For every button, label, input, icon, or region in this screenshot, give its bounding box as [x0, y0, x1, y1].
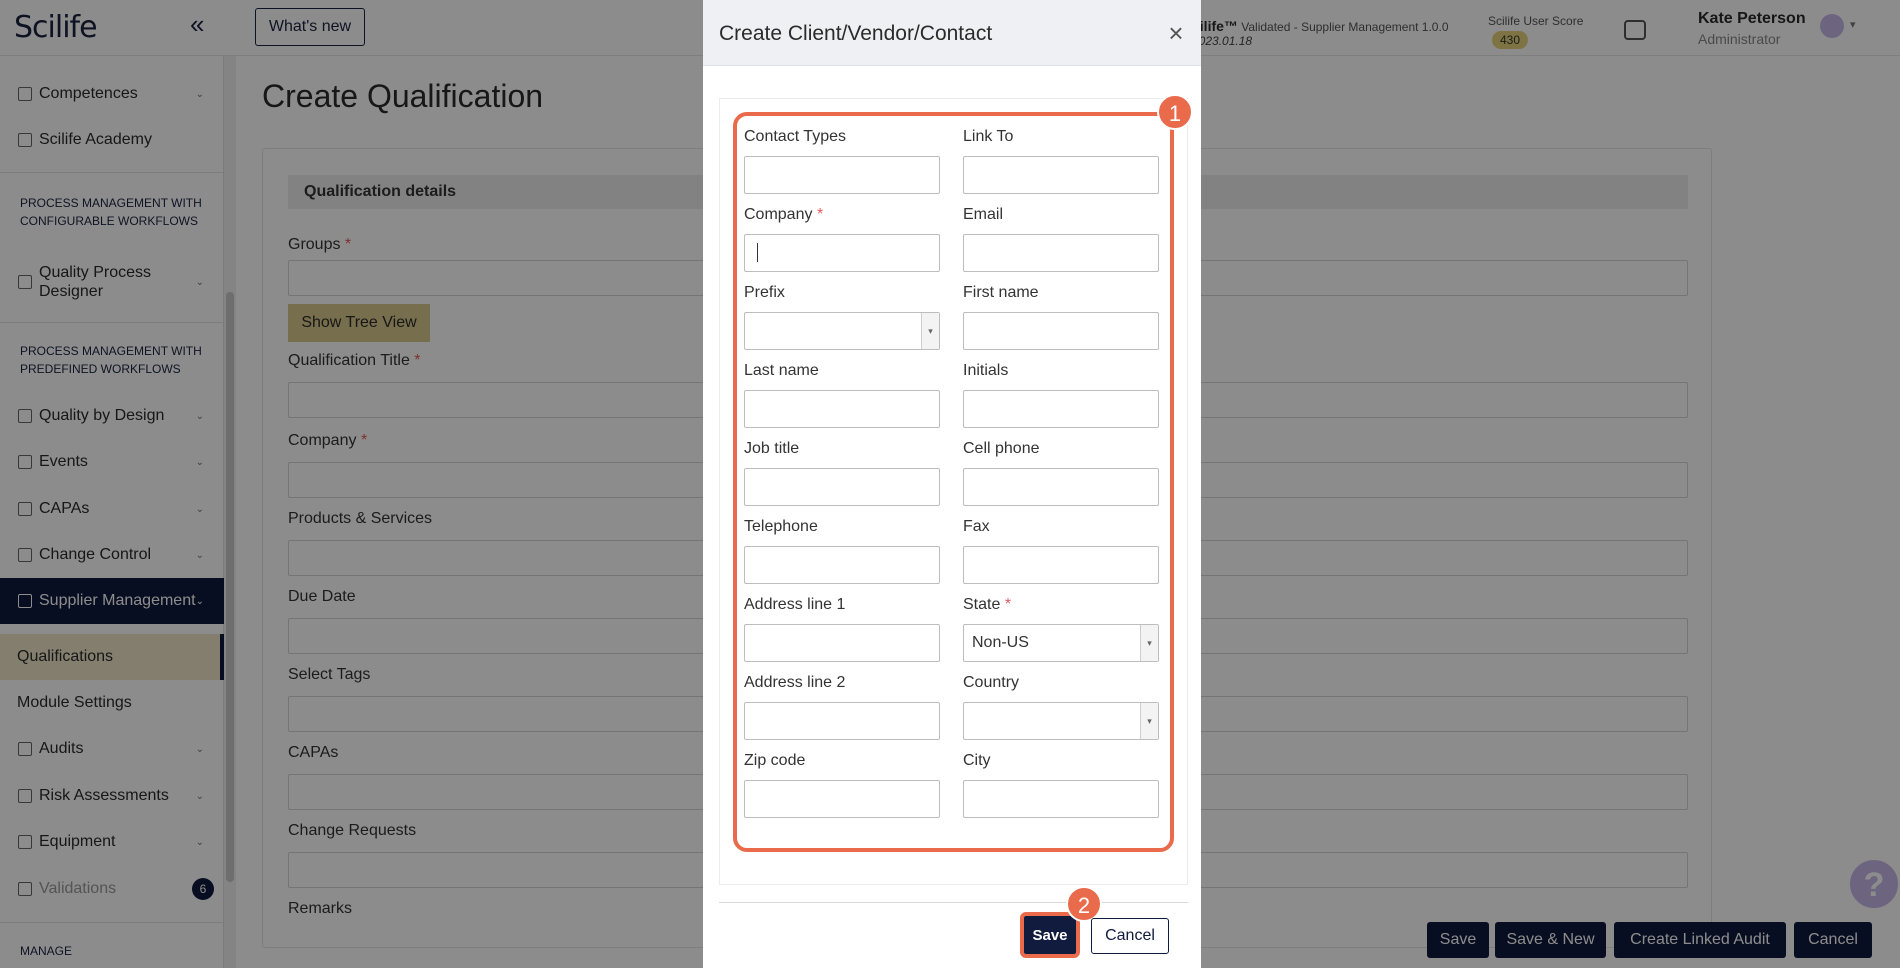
modal-header: Create Client/Vendor/Contact ×: [703, 0, 1201, 66]
step-1-badge: 1: [1157, 94, 1193, 130]
modal-save-button[interactable]: Save: [1024, 916, 1076, 954]
close-icon[interactable]: ×: [1161, 18, 1191, 48]
modal-footer-divider: [719, 902, 1188, 903]
modal-cancel-button[interactable]: Cancel: [1091, 918, 1169, 954]
modal-title: Create Client/Vendor/Contact: [719, 22, 993, 45]
form-highlight: [733, 112, 1174, 852]
step-2-badge: 2: [1066, 886, 1102, 922]
